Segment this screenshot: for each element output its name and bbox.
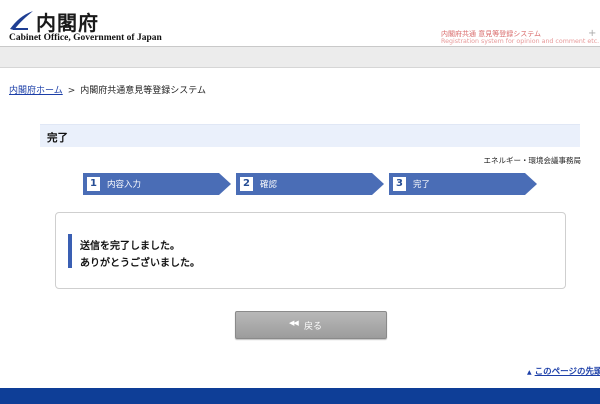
step-complete: 3 完了 <box>389 173 537 195</box>
page-title: 完了 <box>47 132 68 144</box>
footer-bar <box>0 388 600 404</box>
step-number: 1 <box>87 177 100 191</box>
office-name: エネルギー・環境会議事務局 <box>483 156 582 165</box>
step-indicator: 1 内容入力 2 確認 3 完了 <box>0 173 600 195</box>
completion-message-line1: 送信を完了しました。 <box>80 241 180 252</box>
step-number: 2 <box>240 177 253 191</box>
cabinet-office-logo-icon[interactable] <box>8 9 34 31</box>
step-arrow-icon <box>83 173 231 195</box>
step-arrow-icon <box>389 173 537 195</box>
back-button[interactable]: ◀◀ 戻る <box>235 311 387 339</box>
step-input: 1 内容入力 <box>83 173 231 195</box>
triangle-up-icon: ▲ <box>527 369 532 376</box>
back-button-label: 戻る <box>304 322 323 332</box>
page-title-bar: 完了 <box>40 124 580 147</box>
page-top-link[interactable]: ▲ このページの先頭 <box>527 365 600 377</box>
breadcrumb: 内閣府ホーム > 内閣府共通意見等登録システム <box>9 83 206 96</box>
system-subtitle: Registration system for opinion and comm… <box>441 38 600 45</box>
nav-band <box>0 47 600 68</box>
logo-subtitle: Cabinet Office, Government of Japan <box>9 33 162 43</box>
step-arrow-icon <box>236 173 384 195</box>
step-label: 確認 <box>260 180 278 190</box>
double-arrow-left-icon: ◀◀ <box>289 319 299 327</box>
page-top-link-label[interactable]: このページの先頭 <box>535 367 600 377</box>
completion-message-panel: 送信を完了しました。 ありがとうございました。 <box>55 212 566 289</box>
logo-name[interactable]: 内閣府 <box>36 7 99 36</box>
step-label: 完了 <box>413 180 431 190</box>
step-label: 内容入力 <box>107 180 142 190</box>
breadcrumb-separator: > <box>67 86 76 96</box>
completion-message-line2: ありがとうございました。 <box>80 258 200 269</box>
breadcrumb-home-link[interactable]: 内閣府ホーム <box>9 86 63 96</box>
step-number: 3 <box>393 177 406 191</box>
step-confirm: 2 確認 <box>236 173 384 195</box>
site-header: 内閣府 Cabinet Office, Government of Japan … <box>0 0 600 46</box>
breadcrumb-current: 内閣府共通意見等登録システム <box>80 86 207 96</box>
message-accent-bar <box>68 234 72 268</box>
plus-icon: + <box>588 28 597 39</box>
